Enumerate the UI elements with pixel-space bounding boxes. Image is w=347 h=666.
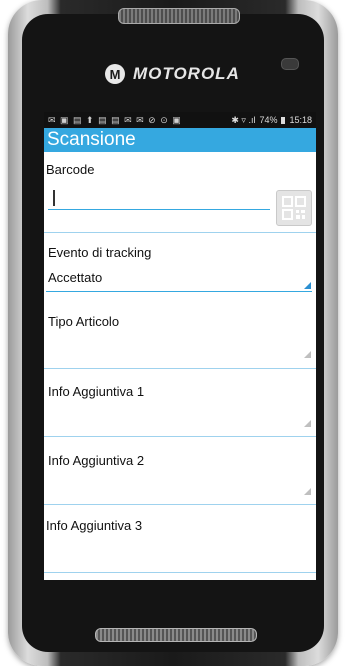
tracking-event-dropdown[interactable]: Accettato <box>46 268 312 292</box>
front-camera <box>281 58 299 70</box>
info3-label: Info Aggiuntiva 3 <box>46 518 143 533</box>
battery-icon <box>281 116 286 124</box>
info1-field[interactable] <box>46 406 312 430</box>
status-bar: ✉ ▣ ▤ ⬆ ▤ ▤ ✉ ✉ ⊘ ⊙ ▣ ✱ ▿ .ıl 74% 15:18 <box>44 112 316 128</box>
info3-field[interactable] <box>46 540 312 564</box>
section-divider <box>44 436 316 437</box>
brand-logo: M MOTOROLA <box>105 62 240 86</box>
notification-icons: ✉ ▣ ▤ ⬆ ▤ ▤ ✉ ✉ ⊘ ⊙ ▣ <box>48 114 182 125</box>
signal-icons: ✱ ▿ .ıl <box>231 114 256 125</box>
motorola-logo-icon: M <box>105 64 125 84</box>
brand-name: MOTOROLA <box>133 64 240 83</box>
top-speaker-grille <box>118 8 240 24</box>
qr-code-icon <box>282 196 306 220</box>
app-bar-title: Scansione <box>44 128 316 152</box>
text-cursor <box>53 190 55 206</box>
tracking-event-label: Evento di tracking <box>48 245 152 260</box>
barcode-label: Barcode <box>46 162 95 177</box>
section-divider <box>44 504 316 505</box>
battery-level: 74% <box>259 115 278 125</box>
info2-label: Info Aggiuntiva 2 <box>48 453 145 468</box>
section-divider <box>44 232 316 233</box>
scan-barcode-button[interactable] <box>276 190 312 226</box>
article-type-label: Tipo Articolo <box>48 314 120 329</box>
info1-label: Info Aggiuntiva 1 <box>48 384 145 399</box>
dropdown-underline <box>46 291 312 292</box>
dropdown-arrow-icon <box>304 282 311 289</box>
barcode-underline <box>48 209 270 210</box>
section-divider <box>44 368 316 369</box>
info2-field[interactable] <box>46 474 312 498</box>
field-corner-icon <box>304 420 311 427</box>
barcode-input[interactable] <box>48 188 270 210</box>
phone-screen: ✉ ▣ ▤ ⬆ ▤ ▤ ✉ ✉ ⊘ ⊙ ▣ ✱ ▿ .ıl 74% 15:18 … <box>44 112 316 580</box>
article-type-field[interactable] <box>46 337 312 361</box>
bottom-speaker-grille <box>95 628 257 642</box>
field-corner-icon <box>304 351 311 358</box>
field-corner-icon <box>304 488 311 495</box>
tracking-event-selected: Accettato <box>48 270 103 285</box>
section-divider <box>44 572 316 573</box>
clock: 15:18 <box>289 115 312 125</box>
